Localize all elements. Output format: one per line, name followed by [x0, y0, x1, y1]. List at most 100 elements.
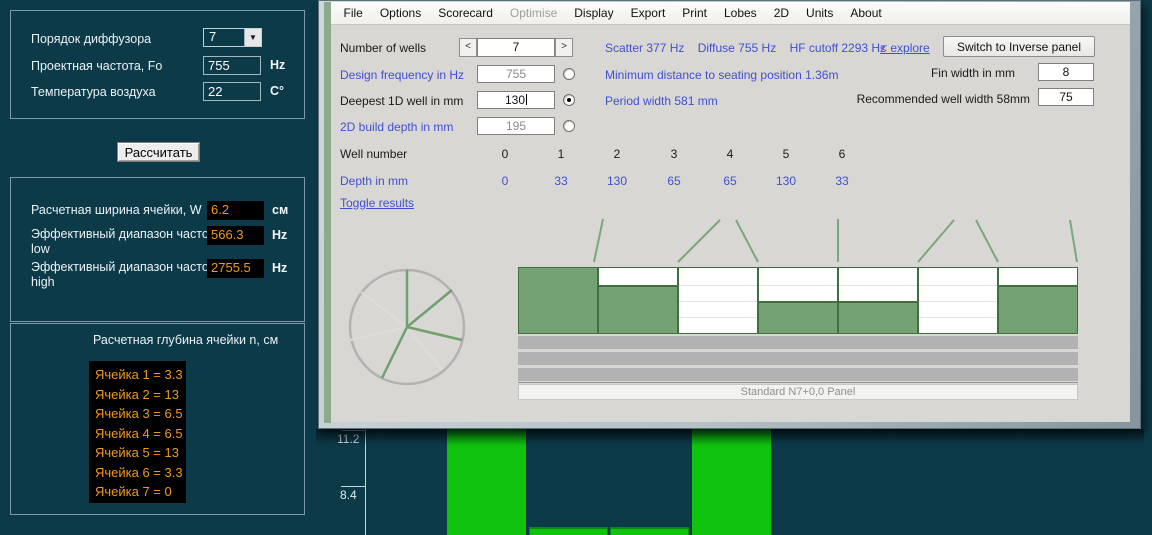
well-number-cell: 5: [768, 147, 804, 161]
hf-cutoff-value: HF cutoff 2293 Hz: [790, 41, 887, 55]
depth-gridline: [679, 301, 757, 302]
chart-tick-label: 8.4: [340, 488, 357, 502]
well-depth-cell: 33: [824, 174, 860, 188]
depth-row-label: Depth in mm: [340, 174, 408, 188]
design-frequency-label: Проектная частота, Fo: [31, 59, 162, 73]
calculate-button[interactable]: Рассчитать: [117, 142, 200, 162]
depth-gridline: [759, 285, 837, 286]
menu-scorecard[interactable]: Scorecard: [430, 3, 502, 23]
panel-status-bar: Standard N7+0,0 Panel: [518, 384, 1078, 400]
design-frequency-radio[interactable]: [563, 68, 575, 80]
scatter-info: Scatter 377 Hz Diffuse 755 Hz HF cutoff …: [605, 41, 886, 55]
range-high-sublabel: high: [31, 275, 55, 289]
well-0: [519, 268, 599, 333]
hz-unit-label: Hz: [272, 261, 287, 275]
chart-tick: [341, 430, 365, 431]
build-depth-radio[interactable]: [563, 120, 575, 132]
number-of-wells-value[interactable]: 7: [477, 38, 555, 57]
well-number-cell: 6: [824, 147, 860, 161]
switch-inverse-button[interactable]: Switch to Inverse panel: [943, 36, 1095, 57]
window-left-accent: [324, 2, 331, 423]
depth-gridline: [839, 285, 917, 286]
wells-decrement-button[interactable]: <: [459, 38, 477, 57]
background-bar: [610, 527, 689, 535]
backing-stripes: [518, 334, 1078, 383]
diffuser-order-select[interactable]: 7 ▼: [203, 28, 262, 47]
well-3: [759, 268, 839, 333]
wells-diagram: [518, 267, 1078, 334]
menubar: File Options Scorecard Optimise Display …: [331, 2, 1130, 25]
backing-stripe: [518, 336, 1078, 349]
deepest-well-radio[interactable]: [563, 94, 575, 106]
well-depth-cell: 130: [599, 174, 635, 188]
toggle-results-link[interactable]: Toggle results: [340, 196, 414, 210]
design-frequency-input[interactable]: 755: [477, 65, 555, 83]
well-1: [599, 268, 679, 333]
menu-file[interactable]: File: [335, 3, 371, 23]
cell-width-value: 6.2: [207, 201, 264, 220]
diffuser-order-value: 7: [204, 29, 244, 46]
menu-about[interactable]: About: [842, 3, 890, 23]
well-number-cell: 1: [543, 147, 579, 161]
backing-stripe: [518, 352, 1078, 365]
well-fill: [599, 285, 677, 334]
well-fill: [839, 301, 917, 334]
scatter-value: Scatter 377 Hz: [605, 41, 684, 55]
well-fill: [999, 285, 1077, 334]
menu-export[interactable]: Export: [622, 3, 674, 23]
recommended-well-width-label: Recommended well width 58mm: [857, 92, 1030, 106]
well-width-input[interactable]: 75: [1038, 88, 1094, 106]
depth-gridline: [679, 285, 757, 286]
cell-depth-item: Ячейка 1 = 3.3: [95, 365, 180, 385]
menu-display[interactable]: Display: [566, 3, 622, 23]
well-depth-cell: 0: [487, 174, 523, 188]
well-fill: [519, 268, 597, 333]
well-depth-cell: 65: [712, 174, 748, 188]
depth-gridline: [919, 317, 997, 318]
air-temperature-input[interactable]: [203, 82, 261, 101]
fin-width-label: Fin width in mm: [931, 66, 1015, 80]
well-number-label: Well number: [340, 147, 407, 161]
chevron-down-icon[interactable]: ▼: [244, 29, 261, 46]
menu-2d[interactable]: 2D: [765, 3, 797, 23]
menu-lobes[interactable]: Lobes: [715, 3, 765, 23]
scatter-direction-lines: [518, 218, 1078, 267]
menu-print[interactable]: Print: [674, 3, 716, 23]
menu-options[interactable]: Options: [371, 3, 429, 23]
cell-depth-item: Ячейка 3 = 6.5: [95, 404, 180, 424]
range-high-label: Эффективный диапазон частот,: [31, 260, 216, 274]
explore-link[interactable]: < explore: [880, 41, 930, 55]
menu-optimise: Optimise: [501, 3, 565, 23]
diffuser-order-label: Порядок диффузора: [31, 32, 151, 46]
screen: 11.2 8.4 Порядок диффузора 7 ▼ Проектная…: [0, 0, 1152, 535]
panel-cross-section: Standard N7+0,0 Panel: [518, 218, 1078, 400]
depth-gridline: [919, 301, 997, 302]
period-width-label: Period width 581 mm: [605, 94, 718, 108]
cell-depth-item: Ячейка 4 = 6.5: [95, 424, 180, 444]
design-frequency-input[interactable]: [203, 56, 261, 75]
diffuse-value: Diffuse 755 Hz: [698, 41, 777, 55]
well-number-cell: 0: [487, 147, 523, 161]
well-depth-cell: 130: [768, 174, 804, 188]
wells-increment-button[interactable]: >: [555, 38, 573, 57]
fin-width-input[interactable]: 8: [1038, 63, 1094, 81]
well-number-cell: 2: [599, 147, 635, 161]
cell-width-label: Расчетная ширина ячейки, W: [31, 203, 202, 217]
celsius-unit-label: C°: [270, 84, 284, 98]
chart-tick-label: 11.2: [337, 432, 359, 446]
number-of-wells-label: Number of wells: [340, 41, 426, 55]
deepest-well-input[interactable]: 130: [477, 91, 555, 109]
menu-units[interactable]: Units: [798, 3, 842, 23]
cell-depth-item: Ячейка 6 = 3.3: [95, 463, 180, 483]
text-caret: [526, 94, 527, 105]
depth-gridline: [679, 317, 757, 318]
hz-unit-label: Hz: [270, 58, 285, 72]
build-depth-label: 2D build depth in mm: [340, 120, 453, 134]
air-temperature-label: Температура воздуха: [31, 85, 156, 99]
well-6: [999, 268, 1077, 333]
results-groupbox: [10, 177, 305, 322]
build-depth-input[interactable]: 195: [477, 117, 555, 135]
qrdude-window: File Options Scorecard Optimise Display …: [318, 0, 1141, 429]
well-number-cell: 3: [656, 147, 692, 161]
chart-y-axis: [365, 429, 366, 535]
